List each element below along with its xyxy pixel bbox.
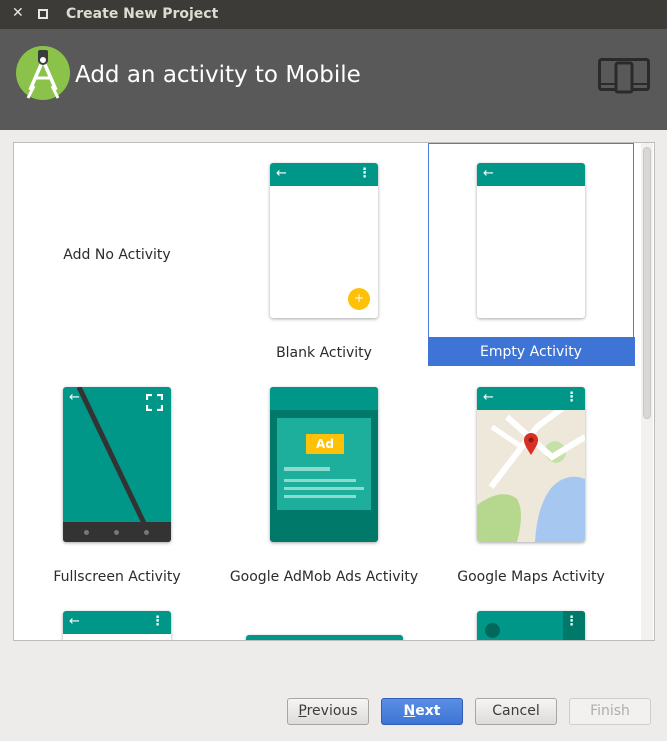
overflow-menu-icon: ⋮	[565, 614, 578, 629]
previous-button[interactable]: Previous	[287, 698, 369, 725]
activity-label: Google AdMob Ads Activity	[229, 569, 419, 585]
next-button[interactable]: Next	[381, 698, 463, 725]
back-arrow-icon: ←	[483, 166, 494, 181]
back-arrow-icon: ←	[69, 614, 80, 629]
android-studio-icon	[16, 46, 70, 100]
app-bar	[246, 635, 403, 640]
activity-label: Blank Activity	[276, 345, 372, 361]
admob-activity-thumbnail: Ad	[270, 387, 378, 542]
wizard-buttons: Previous Next Cancel Finish	[0, 698, 667, 726]
window-title: Create New Project	[66, 6, 219, 22]
wizard-header: Add an activity to Mobile	[0, 29, 667, 130]
maximize-icon[interactable]	[38, 9, 48, 19]
activity-tile-blank[interactable]: ← ⋮ + Blank Activity	[221, 143, 427, 365]
overflow-menu-icon: ⋮	[151, 614, 164, 629]
partial-thumbnail-3[interactable]: ⋮	[477, 611, 585, 640]
button-label: ext	[415, 703, 441, 719]
create-project-window: ✕ Create New Project Add an activity to …	[0, 0, 667, 741]
button-label: revious	[306, 703, 358, 719]
fullscreen-icon	[146, 394, 163, 411]
activity-label: Google Maps Activity	[457, 569, 605, 585]
ad-card: Ad	[277, 418, 371, 510]
activity-tile-admob[interactable]: Ad Google AdMob Ads Activity	[221, 367, 427, 589]
blank-activity-thumbnail: ← ⋮ +	[270, 163, 378, 318]
navigation-bar	[63, 522, 171, 542]
avatar	[485, 623, 500, 638]
back-arrow-icon: ←	[276, 166, 287, 181]
app-bar	[270, 387, 378, 410]
mnemonic: N	[403, 703, 416, 719]
gallery-scrollbar[interactable]	[641, 143, 653, 640]
empty-activity-thumbnail: ←	[477, 163, 585, 318]
mnemonic: P	[298, 703, 307, 719]
activity-tile-empty[interactable]: ← Empty Activity	[428, 143, 635, 366]
activity-gallery: Add No Activity ← ⋮ + Blank Activity ← E…	[13, 142, 655, 641]
partial-thumbnail-1[interactable]: ← ⋮	[63, 611, 171, 640]
scrollbar-thumb[interactable]	[643, 147, 651, 419]
fab-icon: +	[348, 288, 370, 310]
title-bar: ✕ Create New Project	[0, 0, 667, 29]
activity-tile-maps[interactable]: ← ⋮ Google Maps Activity	[428, 367, 634, 589]
maps-activity-thumbnail: ← ⋮	[477, 387, 585, 542]
activity-label: Fullscreen Activity	[53, 569, 181, 585]
activity-label: Add No Activity	[63, 247, 171, 263]
activity-tile-fullscreen[interactable]: ← Fullscreen Activity	[14, 367, 220, 589]
close-icon[interactable]: ✕	[12, 5, 24, 21]
finish-button[interactable]: Finish	[569, 698, 651, 725]
fullscreen-activity-thumbnail: ←	[63, 387, 171, 542]
back-arrow-icon: ←	[483, 390, 494, 405]
phone-tablet-icon	[598, 58, 650, 94]
cancel-button[interactable]: Cancel	[475, 698, 557, 725]
partial-thumbnail-2[interactable]	[246, 635, 403, 640]
activity-tile-no-activity[interactable]: Add No Activity	[14, 143, 220, 365]
activity-label: Empty Activity	[480, 344, 582, 360]
map-illustration	[477, 387, 585, 542]
overflow-menu-icon: ⋮	[565, 390, 578, 405]
overflow-menu-icon: ⋮	[358, 166, 371, 181]
page-title: Add an activity to Mobile	[75, 62, 361, 88]
back-arrow-icon: ←	[69, 390, 80, 405]
ad-badge: Ad	[306, 434, 344, 454]
